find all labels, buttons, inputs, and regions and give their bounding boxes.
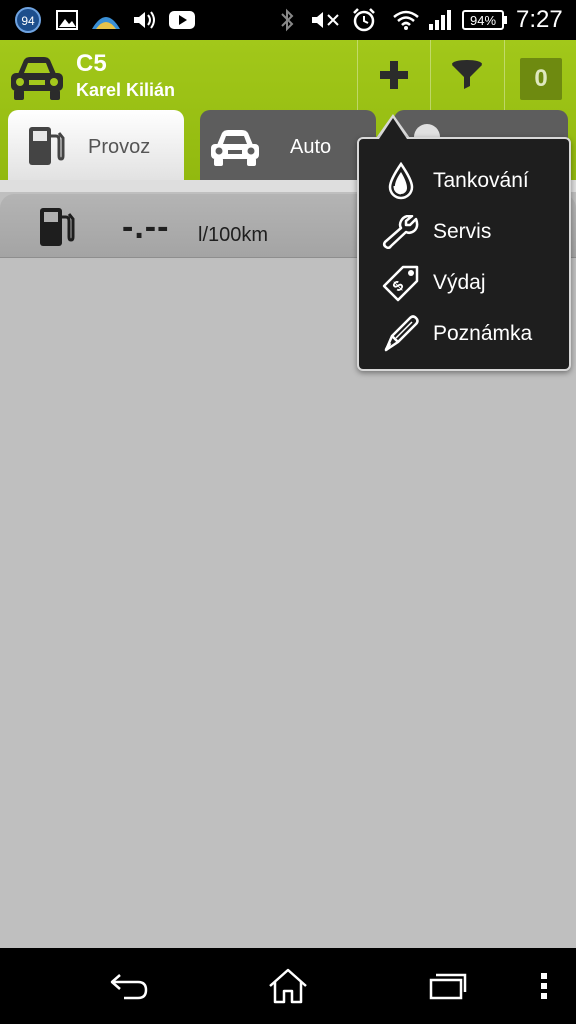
tab-auto-label: Auto xyxy=(290,136,332,158)
back-button[interactable] xyxy=(90,948,170,1024)
tab-provoz-label: Provoz xyxy=(88,136,151,158)
menu-item-label: Servis xyxy=(433,220,492,243)
bluetooth-icon xyxy=(278,6,296,34)
pencil-icon xyxy=(381,315,421,353)
car-logo-icon[interactable] xyxy=(8,54,66,107)
menu-item-label: Výdaj xyxy=(433,271,486,294)
menu-item-label: Tankování xyxy=(433,169,529,192)
navigation-bar xyxy=(0,948,576,1024)
menu-item-servis[interactable]: Servis xyxy=(359,206,569,257)
battery-percent: 94% xyxy=(470,13,496,28)
filter-button[interactable] xyxy=(431,40,503,110)
recent-apps-button[interactable] xyxy=(408,948,488,1024)
status-time: 7:27 xyxy=(516,6,563,33)
filter-icon xyxy=(452,60,482,89)
wrench-icon xyxy=(381,213,421,251)
car-icon xyxy=(208,128,262,173)
add-popup-menu: Tankování Servis $ Výdaj Poznámka xyxy=(357,137,571,371)
driver-name: Karel Kilián xyxy=(76,80,176,100)
youtube-icon xyxy=(168,6,196,34)
consumption-unit: l/100km xyxy=(198,224,269,246)
popup-arrow-inner xyxy=(379,118,407,139)
overflow-menu-icon xyxy=(541,973,547,999)
consumption-value: -.-- xyxy=(122,208,170,246)
gallery-icon xyxy=(56,6,78,34)
vehicle-title: C5 xyxy=(76,50,107,77)
back-icon xyxy=(110,974,148,1000)
divider xyxy=(504,40,505,110)
menu-item-poznamka[interactable]: Poznámka xyxy=(359,308,569,359)
fuel-pump-icon xyxy=(26,124,66,173)
signal-icon xyxy=(428,6,454,34)
badge-94-text: 94 xyxy=(21,14,35,28)
home-button[interactable] xyxy=(248,948,328,1024)
plus-icon xyxy=(380,61,408,89)
weather-icon xyxy=(90,6,122,34)
volume-icon xyxy=(132,6,158,34)
menu-item-vydaj[interactable]: $ Výdaj xyxy=(359,257,569,308)
alarm-icon xyxy=(350,6,378,34)
mute-icon xyxy=(310,6,342,34)
overflow-menu-button[interactable] xyxy=(524,948,564,1024)
menu-item-label: Poznámka xyxy=(433,322,533,345)
tab-auto[interactable]: Auto xyxy=(200,110,376,180)
fuel-pump-icon xyxy=(38,206,76,253)
battery-icon: 94% xyxy=(462,6,508,34)
status-bar: 94 94% 7:27 xyxy=(0,0,576,40)
expense-tag-icon: $ xyxy=(381,264,421,302)
recent-apps-icon xyxy=(429,973,467,1000)
fuel-drop-icon xyxy=(381,162,421,200)
tab-provoz[interactable]: Provoz xyxy=(8,110,184,180)
count-badge[interactable]: 0 xyxy=(520,58,562,100)
add-button[interactable] xyxy=(358,40,430,110)
badge-94-icon: 94 xyxy=(14,6,42,34)
home-icon xyxy=(269,968,307,1004)
menu-item-tankovani[interactable]: Tankování xyxy=(359,155,569,206)
wifi-icon xyxy=(392,6,420,34)
